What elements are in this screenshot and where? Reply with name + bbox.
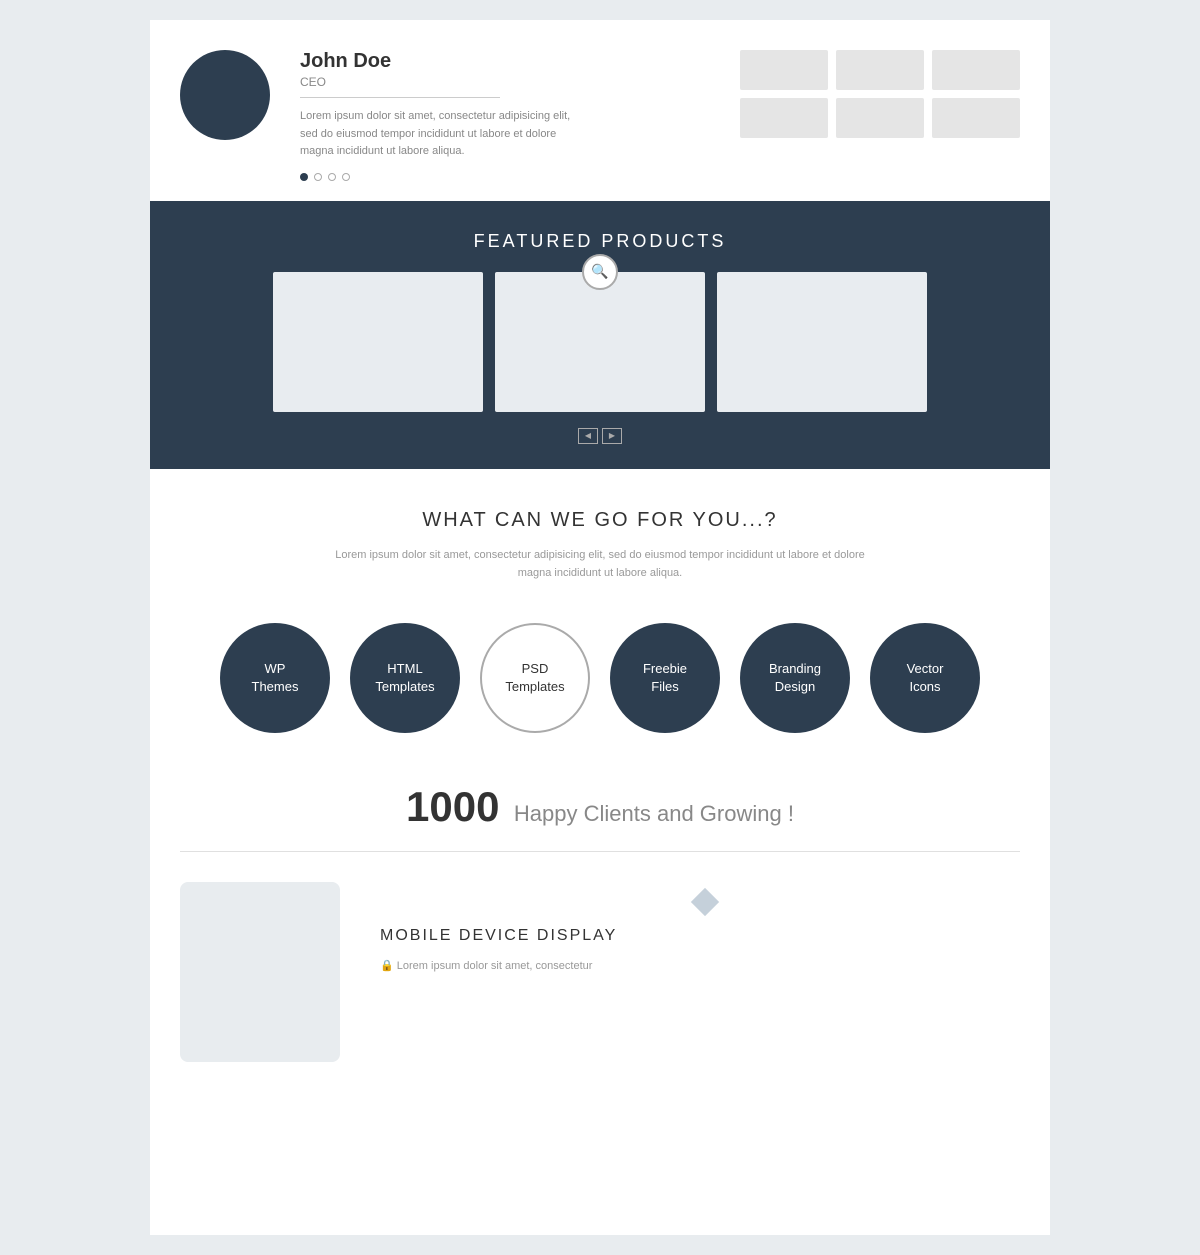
profile-images (740, 50, 1020, 138)
service-branding-design[interactable]: BrandingDesign (740, 623, 850, 733)
profile-info: John Doe CEO Lorem ipsum dolor sit amet,… (300, 50, 710, 181)
product-card-3[interactable] (717, 272, 927, 412)
profile-bio: Lorem ipsum dolor sit amet, consectetur … (300, 108, 580, 161)
diamond-icon (691, 888, 719, 916)
lock-icon: 🔒 (380, 960, 394, 972)
dot-1[interactable] (300, 173, 308, 181)
services-section: WPThemes HTMLTemplates PSDTemplates Free… (150, 603, 1050, 763)
product-card-2[interactable]: 🔍 (495, 272, 705, 412)
profile-img-4 (740, 98, 828, 138)
service-vector-icons[interactable]: VectorIcons (870, 623, 980, 733)
dot-4[interactable] (342, 173, 350, 181)
profile-name: John Doe (300, 50, 710, 73)
carousel-controls: ◀ ▶ (180, 428, 1020, 444)
product-cards: 🔍 (180, 272, 1020, 412)
avatar (180, 50, 270, 140)
what-section: WHAT CAN WE GO FOR YOU...? Lorem ipsum d… (150, 469, 1050, 603)
what-description: Lorem ipsum dolor sit amet, consectetur … (320, 546, 880, 583)
dot-3[interactable] (328, 173, 336, 181)
diamond-wrapper (380, 892, 1020, 912)
service-freebie-files[interactable]: FreebieFiles (610, 623, 720, 733)
mobile-description: 🔒 Lorem ipsum dolor sit amet, consectetu… (380, 957, 1020, 976)
carousel-prev-button[interactable]: ◀ (578, 428, 598, 444)
featured-products-section: FEATURED PRODUCTS 🔍 ◀ ▶ (150, 201, 1050, 469)
product-card-1[interactable] (273, 272, 483, 412)
service-wp-themes[interactable]: WPThemes (220, 623, 330, 733)
zoom-icon[interactable]: 🔍 (582, 254, 618, 290)
profile-img-6 (932, 98, 1020, 138)
mobile-desc-text: Lorem ipsum dolor sit amet, consectetur (397, 960, 593, 972)
service-psd-templates[interactable]: PSDTemplates (480, 623, 590, 733)
what-title: WHAT CAN WE GO FOR YOU...? (180, 509, 1020, 532)
profile-img-1 (740, 50, 828, 90)
carousel-next-button[interactable]: ▶ (602, 428, 622, 444)
service-html-templates[interactable]: HTMLTemplates (350, 623, 460, 733)
featured-title: FEATURED PRODUCTS (180, 231, 1020, 252)
profile-section: John Doe CEO Lorem ipsum dolor sit amet,… (150, 20, 1050, 201)
counter-section: 1000 Happy Clients and Growing ! (150, 763, 1050, 851)
profile-divider (300, 97, 500, 98)
bottom-section: MOBILE DEVICE DISPLAY 🔒 Lorem ipsum dolo… (150, 852, 1050, 1092)
profile-title: CEO (300, 75, 710, 89)
profile-img-5 (836, 98, 924, 138)
phone-mockup (180, 882, 340, 1062)
counter-number: 1000 (406, 783, 499, 830)
profile-dots (300, 173, 710, 181)
mobile-title: MOBILE DEVICE DISPLAY (380, 927, 1020, 945)
mobile-info: MOBILE DEVICE DISPLAY 🔒 Lorem ipsum dolo… (380, 882, 1020, 976)
dot-2[interactable] (314, 173, 322, 181)
profile-img-2 (836, 50, 924, 90)
profile-img-3 (932, 50, 1020, 90)
counter-text: Happy Clients and Growing ! (514, 801, 794, 826)
main-content: John Doe CEO Lorem ipsum dolor sit amet,… (150, 20, 1050, 1235)
